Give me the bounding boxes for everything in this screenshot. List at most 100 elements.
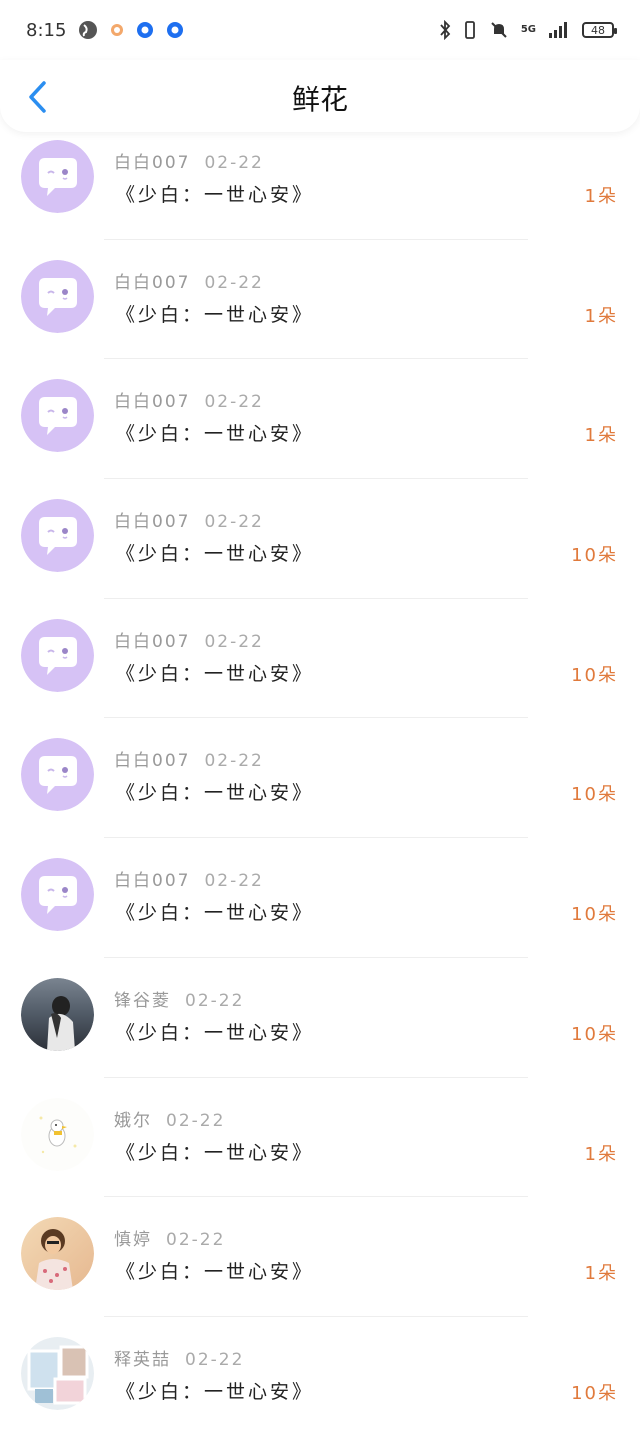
flower-amount: 10朵 — [571, 1023, 618, 1045]
item-meta: 释英喆 02-22 — [114, 1345, 244, 1370]
username[interactable]: 娥尔 — [114, 1111, 152, 1131]
mute-bell-icon — [489, 20, 509, 40]
date: 02-22 — [204, 153, 264, 173]
avatar[interactable] — [21, 259, 94, 333]
chat-bubble-avatar-image — [21, 618, 94, 692]
avatar[interactable] — [21, 618, 94, 692]
flower-amount: 1朵 — [584, 1263, 618, 1285]
globe-icon — [78, 20, 98, 40]
item-meta: 白白007 02-22 — [114, 866, 264, 891]
app-notification-icon — [166, 21, 184, 39]
flower-amount: 1朵 — [584, 305, 618, 327]
date: 02-22 — [204, 631, 264, 652]
work-title: 《少白：一世心安》 — [116, 303, 315, 326]
list-item[interactable]: 白白007 02-22 《少白：一世心安》 10朵 — [0, 718, 640, 839]
work-title: 《少白：一世心安》 — [116, 1141, 315, 1164]
flower-gift-list: 白白007 02-22 《少白：一世心安》 1朵 白白007 02-22 《少白：一… — [0, 120, 640, 1437]
list-item[interactable]: 慎婷 02-22 《少白：一世心安》 1朵 — [0, 1197, 640, 1317]
list-item[interactable]: 锋谷菱 02-22 《少白：一世心安》 10朵 — [0, 958, 640, 1078]
avatar[interactable] — [21, 140, 94, 213]
list-item[interactable]: 白白007 02-22 《少白：一世心安》 1朵 — [0, 120, 640, 240]
avatar[interactable] — [21, 738, 94, 812]
avatar[interactable] — [21, 379, 94, 453]
duck-sticker-avatar-image — [21, 1097, 94, 1171]
username[interactable]: 释英喆 — [114, 1350, 171, 1370]
work-title: 《少白：一世心安》 — [116, 1021, 315, 1044]
work-title: 《少白：一世心安》 — [116, 543, 315, 566]
signal-icon — [548, 21, 570, 39]
battery-icon: 48 — [582, 22, 617, 38]
list-item[interactable]: 白白007 02-22 《少白：一世心安》 1朵 — [0, 359, 640, 480]
date: 02-22 — [166, 1110, 226, 1131]
vibrate-icon — [463, 20, 477, 40]
avatar[interactable] — [21, 1336, 94, 1410]
date: 02-22 — [166, 1230, 226, 1251]
username[interactable]: 慎婷 — [114, 1230, 152, 1250]
date: 02-22 — [185, 990, 245, 1011]
date: 02-22 — [204, 392, 264, 413]
work-title: 《少白：一世心安》 — [116, 1380, 315, 1403]
flower-amount: 10朵 — [571, 1382, 618, 1404]
network-type: 5G — [520, 24, 536, 35]
username[interactable]: 白白007 — [114, 392, 190, 412]
chat-bubble-avatar-image — [21, 379, 94, 453]
list-item[interactable]: 白白007 02-22 《少白：一世心安》 1朵 — [0, 240, 640, 360]
work-title: 《少白：一世心安》 — [116, 662, 315, 685]
avatar[interactable] — [21, 499, 94, 573]
username[interactable]: 白白007 — [114, 273, 190, 293]
item-meta: 白白007 02-22 — [114, 268, 264, 293]
item-meta: 白白007 02-22 — [114, 148, 264, 173]
chat-bubble-avatar-image — [21, 259, 94, 333]
list-item[interactable]: 释英喆 02-22 《少白：一世心安》 10朵 — [0, 1317, 640, 1437]
item-meta: 白白007 02-22 — [114, 627, 264, 652]
item-meta: 白白007 02-22 — [114, 507, 264, 532]
username[interactable]: 白白007 — [114, 632, 190, 652]
list-item[interactable]: 白白007 02-22 《少白：一世心安》 10朵 — [0, 479, 640, 599]
chat-bubble-avatar-image — [21, 738, 94, 812]
date: 02-22 — [204, 871, 264, 892]
username[interactable]: 白白007 — [114, 153, 190, 173]
avatar[interactable] — [21, 1217, 94, 1291]
item-meta: 白白007 02-22 — [114, 387, 264, 412]
chat-bubble-avatar-image — [21, 140, 94, 213]
header: 鲜花 — [0, 60, 640, 132]
bluetooth-icon — [439, 20, 451, 40]
photo-room-avatar-image — [21, 1336, 94, 1410]
work-title: 《少白：一世心安》 — [116, 1261, 315, 1284]
work-title: 《少白：一世心安》 — [116, 782, 315, 805]
work-title: 《少白：一世心安》 — [116, 423, 315, 446]
item-meta: 娥尔 02-22 — [114, 1106, 225, 1131]
flower-amount: 10朵 — [571, 664, 618, 686]
status-left: 8:15 — [26, 20, 184, 41]
list-item[interactable]: 白白007 02-22 《少白：一世心安》 10朵 — [0, 838, 640, 958]
list-item[interactable]: 白白007 02-22 《少白：一世心安》 10朵 — [0, 599, 640, 719]
avatar[interactable] — [21, 977, 94, 1051]
app-notification-icon — [136, 21, 154, 39]
date: 02-22 — [204, 272, 264, 293]
date: 02-22 — [185, 1349, 245, 1370]
date: 02-22 — [204, 512, 264, 533]
status-bar: 8:15 5G 48 — [0, 0, 640, 60]
photo-dark-avatar-image — [21, 977, 94, 1051]
work-title: 《少白：一世心安》 — [116, 184, 315, 206]
status-time: 8:15 — [26, 19, 67, 41]
username[interactable]: 白白007 — [114, 512, 190, 532]
flower-amount: 10朵 — [571, 904, 618, 926]
status-right: 5G 48 — [439, 20, 617, 40]
page-title: 鲜花 — [291, 83, 348, 116]
chat-bubble-avatar-image — [21, 499, 94, 573]
username[interactable]: 白白007 — [114, 751, 190, 771]
avatar[interactable] — [21, 858, 94, 932]
flower-amount: 10朵 — [571, 545, 618, 567]
item-meta: 锋谷菱 02-22 — [114, 986, 244, 1011]
username[interactable]: 白白007 — [114, 871, 190, 891]
weibo-notification-icon — [110, 23, 124, 37]
flower-amount: 1朵 — [584, 186, 618, 207]
list-item[interactable]: 娥尔 02-22 《少白：一世心安》 1朵 — [0, 1078, 640, 1198]
item-meta: 白白007 02-22 — [114, 746, 264, 771]
date: 02-22 — [204, 751, 264, 772]
work-title: 《少白：一世心安》 — [116, 902, 315, 925]
avatar[interactable] — [21, 1097, 94, 1171]
photo-girl-avatar-image — [21, 1217, 94, 1291]
username[interactable]: 锋谷菱 — [114, 991, 171, 1011]
